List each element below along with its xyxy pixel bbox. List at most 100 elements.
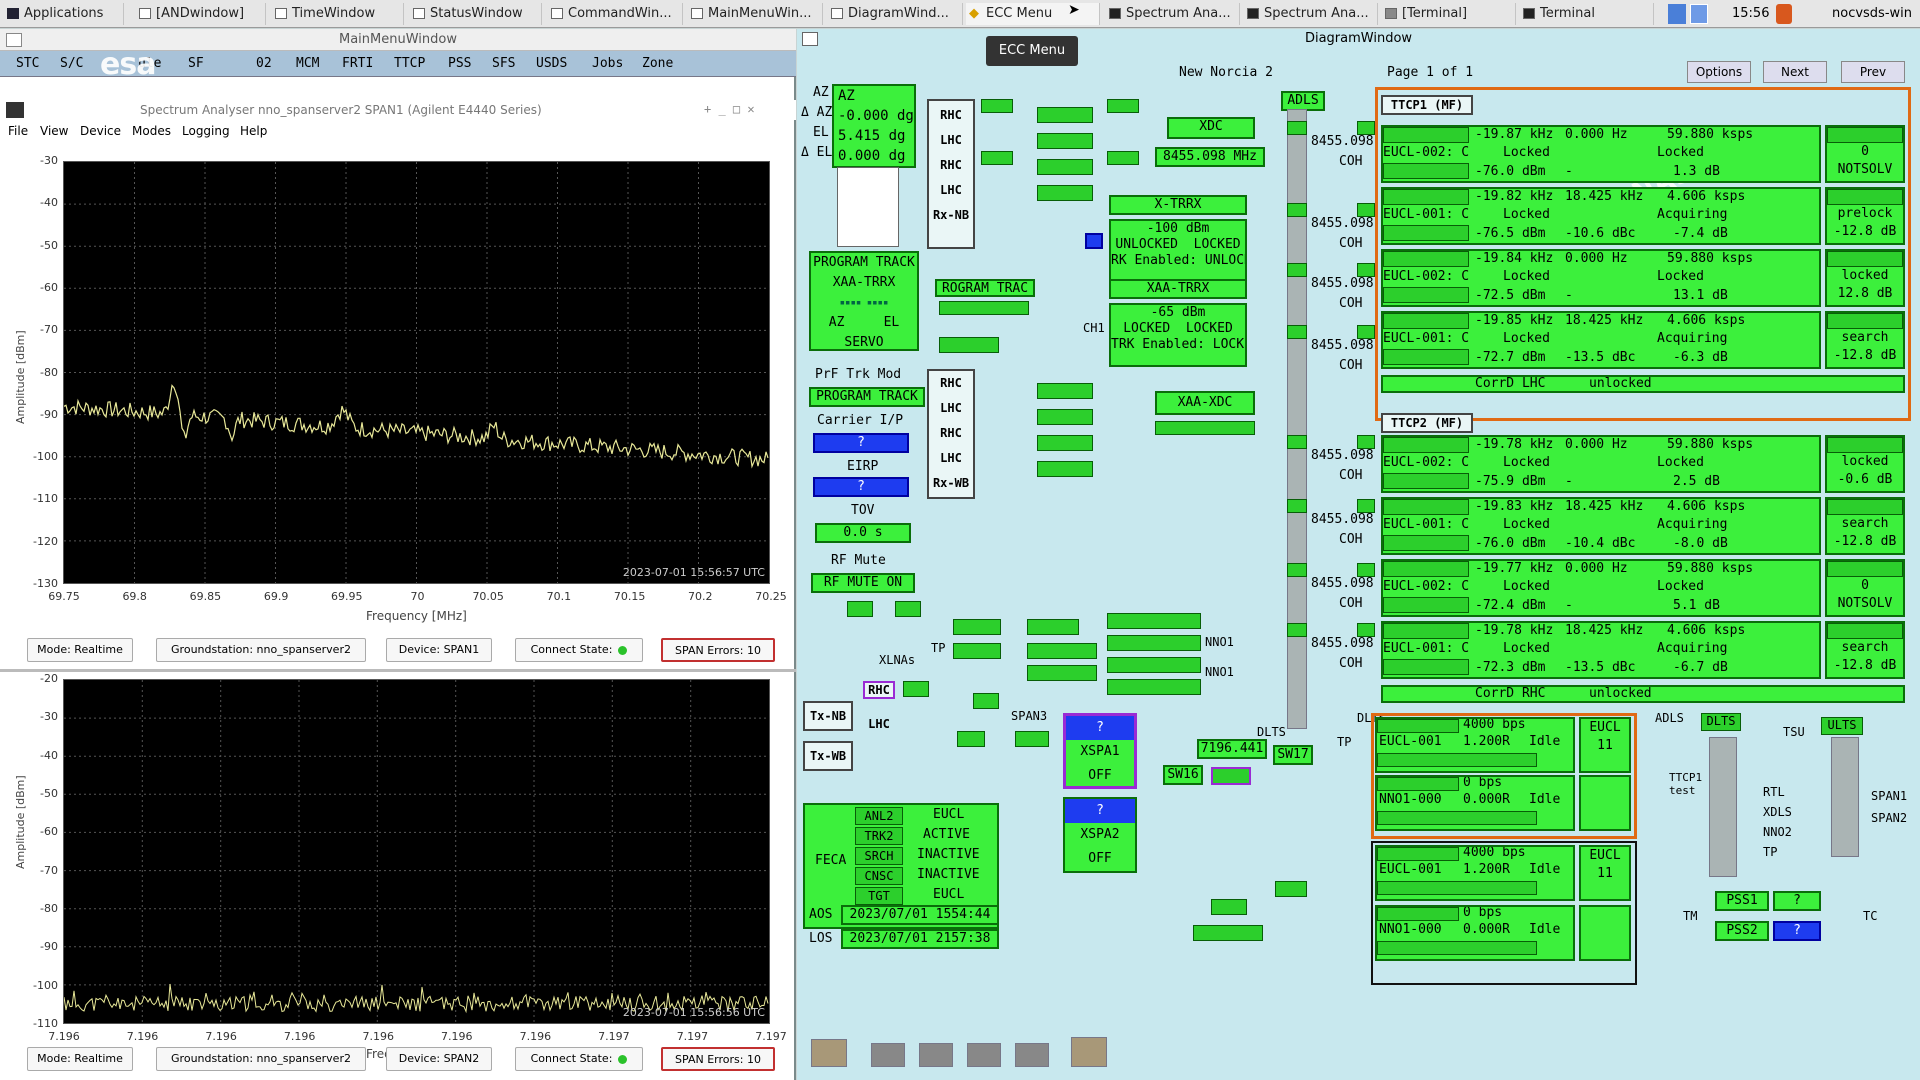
switch-port[interactable] [1287, 263, 1307, 277]
switch-out[interactable] [1357, 203, 1375, 217]
task-mainmenuwindow[interactable]: MainMenuWin... [688, 3, 823, 25]
channel-tag[interactable] [1383, 561, 1469, 577]
switch-out[interactable] [1357, 563, 1375, 577]
mode-button[interactable]: Mode: Realtime [27, 1047, 133, 1071]
anl2-button[interactable]: ANL2 [855, 807, 903, 825]
tx-sw4[interactable] [1015, 731, 1049, 747]
task-statuswindow[interactable]: StatusWindow [410, 3, 542, 25]
menu-ttcp[interactable]: TTCP [394, 56, 425, 71]
sw18[interactable] [1275, 881, 1307, 897]
folder-icon[interactable] [1071, 1037, 1107, 1067]
next-button[interactable]: Next [1763, 61, 1827, 83]
switch-port[interactable] [1287, 203, 1307, 217]
status-tag[interactable] [1827, 623, 1903, 639]
status-tag[interactable] [1827, 313, 1903, 329]
xdc-small-2[interactable] [1211, 899, 1247, 915]
drive-icon[interactable] [967, 1043, 1001, 1067]
tx-nb-block[interactable]: Tx-NB [803, 701, 853, 731]
tm-tag[interactable] [1377, 753, 1537, 767]
tx-rhc[interactable]: RHC [863, 681, 895, 699]
channel-tag[interactable] [1383, 287, 1469, 303]
task-spectrum-analyser-2[interactable]: Spectrum Ana... [1244, 3, 1378, 25]
xspa1-block[interactable]: ? XSPA1 OFF [1063, 713, 1137, 789]
program-track-2[interactable]: ROGRAM TRAC [935, 279, 1035, 297]
rf-block-6[interactable] [1107, 613, 1201, 629]
xaa-xdc-block[interactable]: XAA-XDC [1155, 391, 1255, 415]
mode-button[interactable]: Mode: Realtime [27, 638, 133, 662]
menu-zone[interactable]: Zone [642, 56, 673, 71]
rf-block-9[interactable] [1107, 679, 1201, 695]
xlna8[interactable] [1037, 461, 1093, 477]
menu-view[interactable]: View [40, 124, 68, 138]
tx-sw1[interactable] [903, 681, 929, 697]
rf-block-8[interactable] [1107, 657, 1201, 673]
menu-pss[interactable]: PSS [448, 56, 471, 71]
channel-tag[interactable] [1383, 163, 1469, 179]
switch-port[interactable] [1287, 435, 1307, 449]
tm-tag[interactable] [1377, 719, 1459, 733]
tx-sw2[interactable] [973, 693, 999, 709]
xaa-trrx-block[interactable]: XAA-TRRX [1109, 279, 1247, 299]
status-tag[interactable] [1827, 127, 1903, 143]
channel-tag[interactable] [1383, 597, 1469, 613]
applications-menu[interactable]: Applications [4, 3, 124, 25]
sw17-block[interactable]: SW17 [1273, 745, 1313, 765]
channel-tag[interactable] [1383, 251, 1469, 267]
switch-out[interactable] [1357, 623, 1375, 637]
channel-tag[interactable] [1383, 623, 1469, 639]
tgt-button[interactable]: TGT [855, 887, 903, 905]
status-tag[interactable] [1827, 499, 1903, 515]
rf-block-2[interactable] [953, 643, 1001, 659]
switch-port[interactable] [1287, 121, 1307, 135]
channel-tag[interactable] [1383, 225, 1469, 241]
tm-tag[interactable] [1377, 777, 1459, 791]
channel-tag[interactable] [1383, 535, 1469, 551]
menu-device[interactable]: Device [80, 124, 121, 138]
device-button[interactable]: Device: SPAN1 [386, 638, 492, 662]
pss2-button[interactable]: PSS2 [1715, 921, 1769, 941]
rf-block-4[interactable] [1027, 643, 1097, 659]
channel-tag[interactable] [1383, 349, 1469, 365]
pss1-button[interactable]: PSS1 [1715, 891, 1769, 911]
drive-icon[interactable] [919, 1043, 953, 1067]
user-icon[interactable] [1776, 4, 1792, 24]
switch-out[interactable] [1357, 499, 1375, 513]
sw-a[interactable] [847, 601, 873, 617]
switch-port[interactable] [1287, 499, 1307, 513]
xlna2[interactable] [1037, 133, 1093, 149]
switch-out[interactable] [1357, 121, 1375, 135]
tx-wb-block[interactable]: Tx-WB [803, 741, 853, 771]
menu-jobs[interactable]: Jobs [592, 56, 623, 71]
cnsc-button[interactable]: CNSC [855, 867, 903, 885]
groundstation-button[interactable]: Groundstation: nno_spanserver2 [156, 638, 366, 662]
drive-icon[interactable] [871, 1043, 905, 1067]
drive-icon[interactable] [1015, 1043, 1049, 1067]
plot2-area[interactable]: 2023-07-01 15:56:56 UTC [63, 679, 770, 1025]
switch-out[interactable] [1357, 263, 1375, 277]
xdc-small[interactable] [1211, 767, 1251, 785]
channel-tag[interactable] [1383, 473, 1469, 489]
menu-modes[interactable]: Modes [132, 124, 171, 138]
channel-tag[interactable] [1383, 127, 1469, 143]
switch-out[interactable] [1357, 325, 1375, 339]
sw-rx4[interactable] [1107, 151, 1139, 165]
task-diagramwindow[interactable]: DiagramWind... [828, 3, 963, 25]
menu-stc[interactable]: STC [16, 56, 39, 71]
rf-block-7[interactable] [1107, 635, 1201, 651]
menu-usds[interactable]: USDS [536, 56, 567, 71]
rf-block-3[interactable] [1027, 619, 1079, 635]
switch-port[interactable] [1287, 563, 1307, 577]
xlna4[interactable] [1037, 185, 1093, 201]
switch-out[interactable] [1357, 435, 1375, 449]
sw-rx3[interactable] [1107, 99, 1139, 113]
ttcp1-label[interactable]: TTCP1 (MF) [1381, 95, 1473, 115]
xdc-block[interactable]: XDC [1167, 117, 1255, 139]
switch-port[interactable] [1287, 325, 1307, 339]
task-timewindow[interactable]: TimeWindow [272, 3, 404, 25]
prev-button[interactable]: Prev [1841, 61, 1905, 83]
menu-frti[interactable]: FRTI [342, 56, 373, 71]
window-controls[interactable]: + _ □ ✕ [704, 102, 755, 116]
task-andwindow[interactable]: [ANDwindow] [136, 3, 266, 25]
tm-tag[interactable] [1377, 907, 1459, 921]
tm-tag[interactable] [1377, 941, 1537, 955]
